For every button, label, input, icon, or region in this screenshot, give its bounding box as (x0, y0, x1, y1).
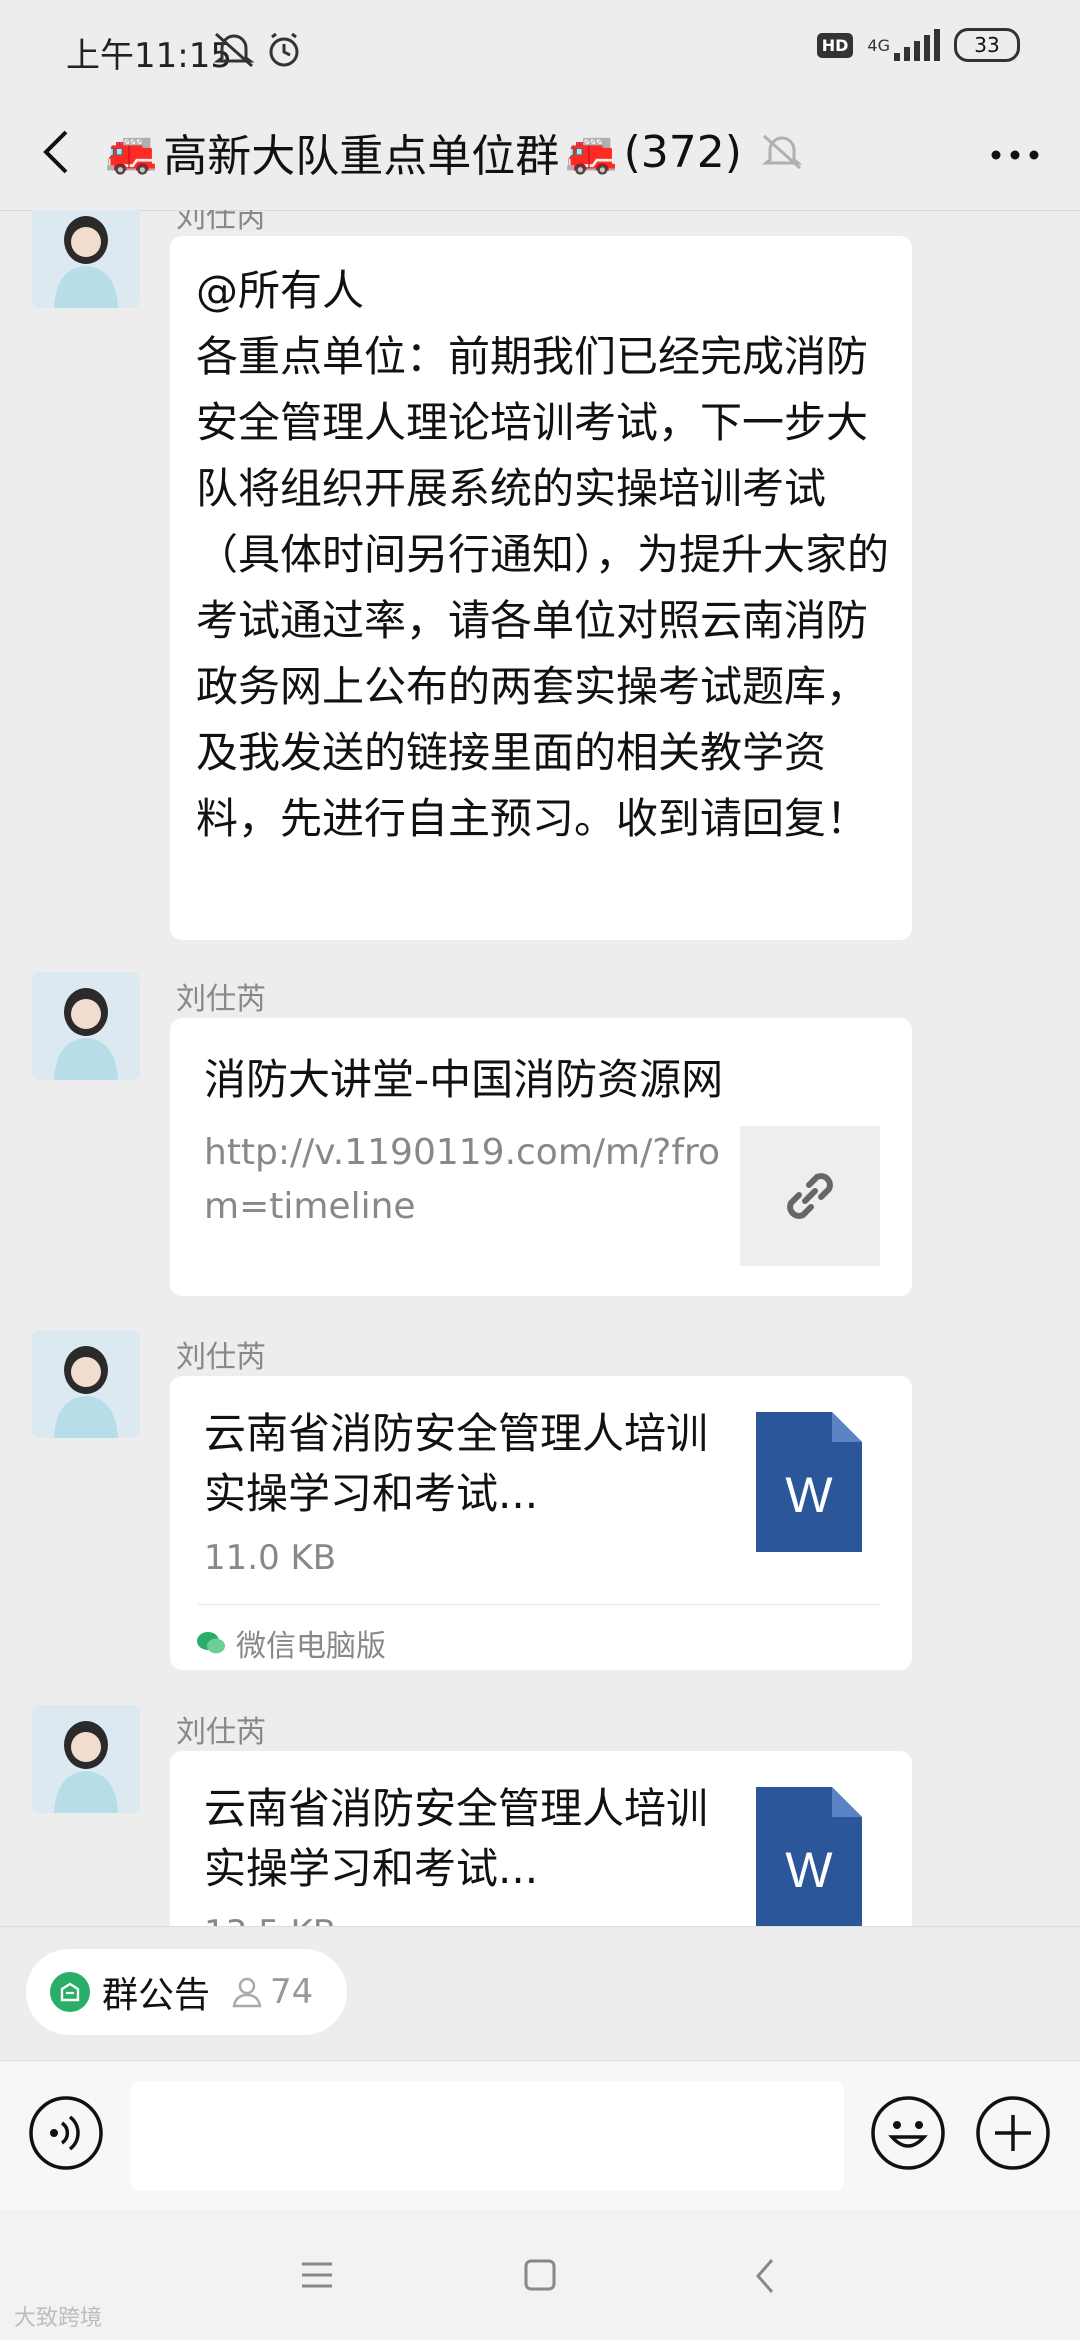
message-bubble[interactable]: @所有人 各重点单位：前期我们已经完成消防安全管理人理论培训考试，下一步大队将组… (170, 236, 912, 940)
word-document-icon: W (756, 1787, 862, 1926)
link-card[interactable]: 消防大讲堂-中国消防资源网 http://v.1190119.com/m/?fr… (170, 1018, 912, 1296)
file-name: 云南省消防安全管理人培训实操学习和考试... (204, 1409, 709, 1518)
back-button[interactable] (36, 122, 76, 186)
avatar[interactable] (32, 1330, 140, 1438)
recent-apps-button[interactable] (300, 2260, 334, 2294)
network-label: 4G (867, 35, 890, 55)
watermark: 大致跨境 (14, 2306, 103, 2331)
link-title: 消防大讲堂-中国消防资源网 (204, 1055, 724, 1104)
more-button[interactable] (988, 130, 1042, 184)
home-button[interactable] (523, 2258, 557, 2296)
voice-icon (29, 2096, 103, 2170)
svg-text:W: W (785, 1467, 833, 1523)
file-size: 11.0 KB (204, 1538, 337, 1578)
file-source-label: 微信电脑版 (236, 1629, 386, 1664)
chevron-left-icon (756, 2259, 774, 2293)
avatar[interactable] (32, 1705, 140, 1813)
sender-name: 刘仕芮 (176, 210, 266, 235)
emoji-icon (871, 2096, 945, 2170)
emoji-button[interactable] (870, 2095, 946, 2175)
group-name: 高新大队重点单位群 (163, 131, 560, 182)
group-notice-button[interactable]: 群公告 74 (26, 1949, 348, 2035)
signal-icon (894, 29, 940, 61)
status-bar: 上午11:15 HD 4G 33 (0, 0, 1080, 100)
status-right: HD 4G 33 (816, 28, 1020, 62)
notice-label: 群公告 (102, 1975, 211, 2016)
link-url: http://v.1190119.com/m/?from=timeline (204, 1132, 721, 1227)
home-square-icon (524, 2259, 556, 2291)
more-dots-icon (991, 150, 1039, 160)
avatar[interactable] (32, 972, 140, 1080)
voice-button[interactable] (28, 2095, 104, 2175)
notice-read-count: 74 (230, 1972, 313, 2012)
chat-header: 🚒 高新大队重点单位群 🚒 (372) (0, 100, 1080, 211)
system-back-button[interactable] (752, 2256, 778, 2300)
alarm-icon (269, 32, 299, 67)
file-size: 13.5 KB (204, 1913, 336, 1926)
file-card[interactable]: 云南省消防安全管理人培训实操学习和考试... 13.5 KB W (170, 1751, 912, 1926)
fire-engine-icon: 🚒 (565, 127, 618, 176)
message-text: @所有人 各重点单位：前期我们已经完成消防安全管理人理论培训考试，下一步大队将组… (196, 266, 890, 843)
notice-count-value: 74 (270, 1972, 314, 2012)
file-card[interactable]: 云南省消防安全管理人培训实操学习和考试... 11.0 KB W 微信电脑版 (170, 1376, 912, 1670)
wechat-icon (197, 1632, 225, 1654)
battery-icon: 33 (954, 28, 1020, 62)
notifications-off-icon (213, 32, 255, 68)
input-bar (0, 2060, 1080, 2211)
word-document-icon: W (756, 1412, 862, 1552)
chat-messages[interactable]: 刘仕芮 @所有人 各重点单位：前期我们已经完成消防安全管理人理论培训考试，下一步… (0, 210, 1080, 1926)
message-input[interactable] (130, 2081, 844, 2191)
menu-icon (302, 2262, 332, 2288)
file-source: 微信电脑版 (196, 1621, 386, 1665)
notice-icon (50, 1972, 90, 2012)
person-icon (232, 1977, 262, 2008)
group-title: 🚒 高新大队重点单位群 🚒 (372) (105, 120, 802, 184)
link-icon (787, 1173, 833, 1219)
chevron-left-icon (43, 130, 68, 174)
plus-icon (976, 2096, 1050, 2170)
more-functions-button[interactable] (975, 2095, 1051, 2175)
hd-badge: HD (816, 32, 854, 58)
sender-name: 刘仕芮 (176, 1340, 266, 1375)
notice-bar: 群公告 74 (0, 1926, 1080, 2061)
battery-level: 33 (974, 33, 1000, 57)
sender-name: 刘仕芮 (176, 982, 266, 1017)
member-count: (372) (623, 126, 742, 178)
fire-engine-icon: 🚒 (105, 127, 158, 176)
sender-name: 刘仕芮 (176, 1715, 266, 1750)
status-icons (213, 30, 314, 74)
status-time: 上午11:15 (66, 36, 232, 76)
link-thumbnail (740, 1126, 880, 1266)
divider (198, 1604, 880, 1605)
mute-icon (761, 134, 802, 170)
svg-text:W: W (785, 1842, 833, 1898)
file-name: 云南省消防安全管理人培训实操学习和考试... (204, 1784, 709, 1893)
system-nav-bar (0, 2210, 1080, 2340)
avatar[interactable] (32, 210, 140, 308)
